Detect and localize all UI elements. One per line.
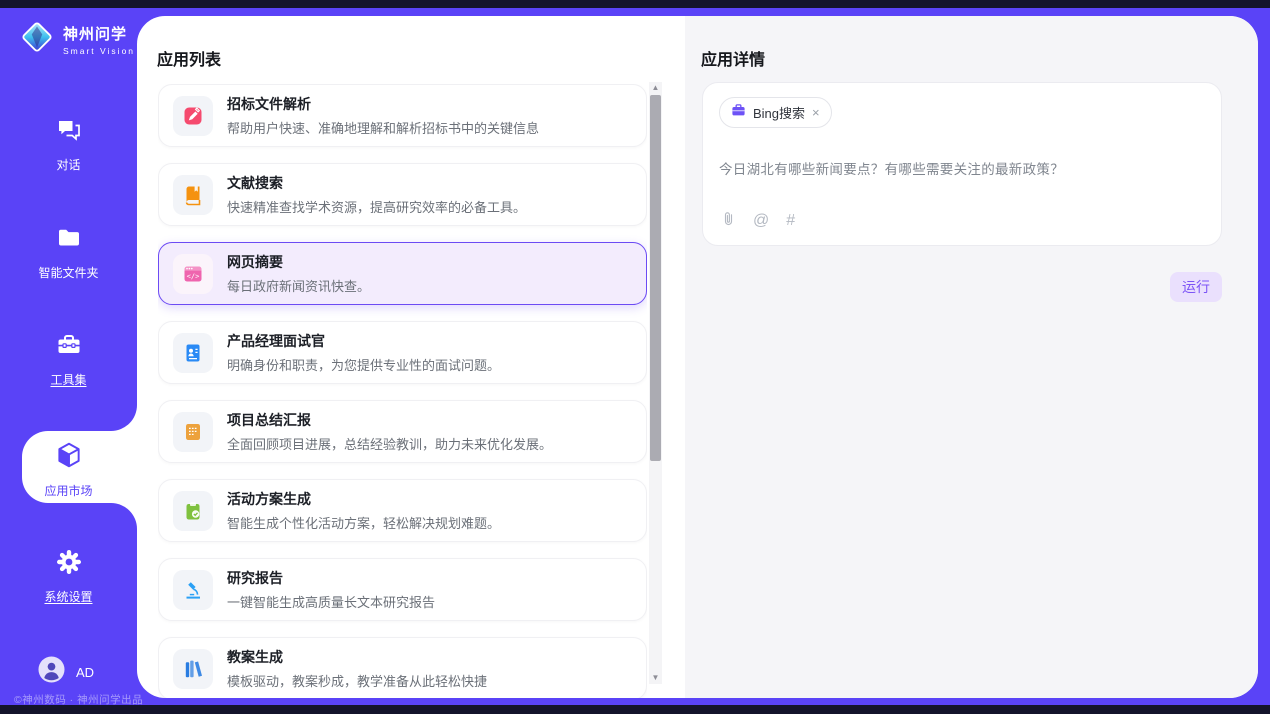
svg-text:</>: </> bbox=[187, 272, 200, 280]
app-detail-title: 应用详情 bbox=[701, 46, 765, 70]
logo-diamond-icon bbox=[18, 18, 56, 61]
app-detail-pane: 应用详情 Bing搜索 × 今日湖北有哪些新闻要点？有哪些需要关注的最新政策？ bbox=[685, 16, 1258, 698]
app-shell: 神州问学 Smart Vision 对话 智能文件夹 bbox=[0, 8, 1270, 705]
folder-icon bbox=[55, 224, 83, 257]
app-card-title: 产品经理面试官 bbox=[227, 331, 500, 351]
clipboard-check-icon bbox=[173, 491, 213, 531]
books-icon bbox=[173, 649, 213, 689]
app-card-title: 网页摘要 bbox=[227, 252, 370, 272]
sidebar: 神州问学 Smart Vision 对话 智能文件夹 bbox=[0, 8, 137, 705]
app-card-description: 快速精准查找学术资源，提高研究效率的必备工具。 bbox=[227, 197, 526, 216]
sidebar-item-settings[interactable]: 系统设置 bbox=[0, 548, 137, 605]
app-card-title: 教案生成 bbox=[227, 647, 487, 667]
app-logo: 神州问学 Smart Vision bbox=[18, 18, 135, 61]
copyright-footer: ©神州数码 · 神州问学出品 bbox=[14, 692, 144, 707]
microscope-icon bbox=[173, 570, 213, 610]
scroll-up-arrow-icon[interactable]: ▲ bbox=[649, 82, 662, 94]
user-name: AD bbox=[76, 665, 94, 680]
sidebar-item-label: 工具集 bbox=[50, 371, 86, 388]
tool-chip-label: Bing搜索 bbox=[753, 103, 805, 122]
app-list-title: 应用列表 bbox=[157, 46, 221, 70]
logo-subtitle: Smart Vision bbox=[63, 46, 135, 56]
sidebar-item-label: 应用市场 bbox=[44, 482, 92, 499]
browser-code-icon: </> bbox=[173, 254, 213, 294]
hashtag-icon[interactable]: # bbox=[786, 213, 795, 229]
sidebar-item-chat[interactable]: 对话 bbox=[0, 116, 137, 173]
sidebar-item-app-market[interactable]: 应用市场 bbox=[0, 440, 137, 499]
toolbox-icon bbox=[55, 331, 83, 364]
app-card-title: 活动方案生成 bbox=[227, 489, 500, 509]
app-card-1[interactable]: 招标文件解析 帮助用户快速、准确地理解和解析招标书中的关键信息 bbox=[158, 84, 647, 147]
chat-icon bbox=[55, 116, 83, 149]
memo-icon bbox=[173, 412, 213, 452]
scrollbar-thumb[interactable] bbox=[650, 95, 661, 461]
app-card-description: 帮助用户快速、准确地理解和解析招标书中的关键信息 bbox=[227, 118, 539, 137]
app-card-title: 文献搜索 bbox=[227, 173, 526, 193]
logo-title: 神州问学 bbox=[63, 23, 135, 44]
app-card-4[interactable]: 产品经理面试官 明确身份和职责，为您提供专业性的面试问题。 bbox=[158, 321, 647, 384]
app-card-3[interactable]: </> 网页摘要 每日政府新闻资讯快查。 bbox=[158, 242, 647, 305]
query-text[interactable]: 今日湖北有哪些新闻要点？有哪些需要关注的最新政策？ bbox=[719, 158, 1205, 178]
blob-curve-bottom bbox=[111, 503, 137, 529]
app-card-6[interactable]: 活动方案生成 智能生成个性化活动方案，轻松解决规划难题。 bbox=[158, 479, 647, 542]
tool-chip-bing-search[interactable]: Bing搜索 × bbox=[719, 97, 832, 128]
app-card-description: 一键智能生成高质量长文本研究报告 bbox=[227, 592, 435, 611]
app-card-list: 招标文件解析 帮助用户快速、准确地理解和解析招标书中的关键信息 文献搜索 快速精… bbox=[158, 84, 647, 698]
query-composer[interactable]: Bing搜索 × 今日湖北有哪些新闻要点？有哪些需要关注的最新政策？ @ # bbox=[702, 82, 1222, 246]
app-card-5[interactable]: 项目总结汇报 全面回顾项目进展，总结经验教训，助力未来优化发展。 bbox=[158, 400, 647, 463]
resume-icon bbox=[173, 333, 213, 373]
book-icon bbox=[173, 175, 213, 215]
app-card-description: 模板驱动，教案秒成，教学准备从此轻松快捷 bbox=[227, 671, 487, 690]
avatar bbox=[38, 656, 65, 688]
sidebar-item-toolkit[interactable]: 工具集 bbox=[0, 331, 137, 388]
app-card-title: 项目总结汇报 bbox=[227, 410, 552, 430]
gear-icon bbox=[55, 548, 83, 581]
close-icon[interactable]: × bbox=[812, 106, 820, 119]
cube-icon bbox=[54, 440, 84, 475]
main-panel: 应用列表 招标文件解析 帮助用户快速、准确地理解和解析招标书中的关键信息 文献搜… bbox=[137, 16, 1258, 698]
briefcase-icon bbox=[731, 103, 746, 123]
attachment-icon[interactable] bbox=[721, 210, 736, 231]
app-card-title: 研究报告 bbox=[227, 568, 435, 588]
app-card-8[interactable]: 教案生成 模板驱动，教案秒成，教学准备从此轻松快捷 bbox=[158, 637, 647, 698]
sidebar-item-smart-folder[interactable]: 智能文件夹 bbox=[0, 224, 137, 281]
app-card-description: 智能生成个性化活动方案，轻松解决规划难题。 bbox=[227, 513, 500, 532]
app-card-7[interactable]: 研究报告 一键智能生成高质量长文本研究报告 bbox=[158, 558, 647, 621]
sidebar-item-label: 智能文件夹 bbox=[38, 264, 98, 281]
sidebar-item-label: 系统设置 bbox=[44, 588, 92, 605]
app-card-description: 全面回顾项目进展，总结经验教训，助力未来优化发展。 bbox=[227, 434, 552, 453]
app-list-pane: 应用列表 招标文件解析 帮助用户快速、准确地理解和解析招标书中的关键信息 文献搜… bbox=[137, 16, 685, 698]
edit-pen-icon bbox=[173, 96, 213, 136]
app-card-2[interactable]: 文献搜索 快速精准查找学术资源，提高研究效率的必备工具。 bbox=[158, 163, 647, 226]
sidebar-item-label: 对话 bbox=[56, 156, 80, 173]
run-button[interactable]: 运行 bbox=[1170, 272, 1222, 302]
app-card-title: 招标文件解析 bbox=[227, 94, 539, 114]
composer-toolbar: @ # bbox=[721, 210, 795, 231]
scroll-down-arrow-icon[interactable]: ▼ bbox=[649, 672, 662, 684]
app-card-description: 明确身份和职责，为您提供专业性的面试问题。 bbox=[227, 355, 500, 374]
mention-icon[interactable]: @ bbox=[753, 213, 769, 229]
app-card-description: 每日政府新闻资讯快查。 bbox=[227, 276, 370, 295]
user-account[interactable]: AD bbox=[38, 656, 94, 688]
blob-curve-top bbox=[111, 405, 137, 431]
list-scrollbar[interactable]: ▲ ▼ bbox=[649, 82, 662, 684]
